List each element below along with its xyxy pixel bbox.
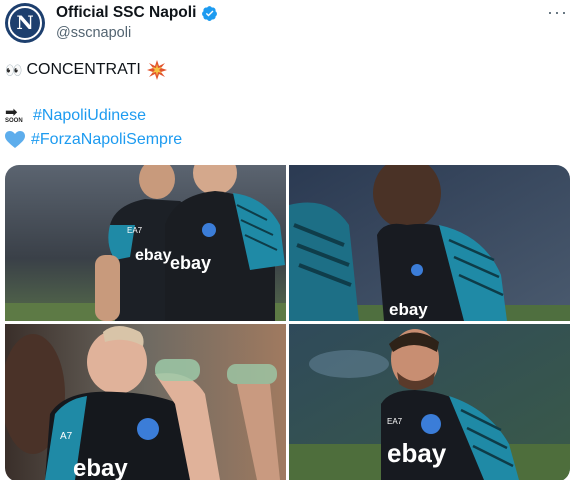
svg-text:ebay: ebay [387, 438, 447, 468]
more-options-icon[interactable]: ··· [547, 2, 568, 23]
display-name[interactable]: Official SSC Napoli [56, 4, 196, 22]
player-closeup-photo: ebay [289, 165, 570, 321]
svg-text:ebay: ebay [73, 455, 128, 480]
avatar[interactable]: N [5, 3, 45, 43]
media-grid: ebay ebay EA7 ebay A7 ebay EA7 ebay [5, 165, 570, 482]
player-drinking-photo: A7 ebay [5, 324, 286, 480]
players-warmup-photo: ebay ebay EA7 [5, 165, 286, 321]
photo-3[interactable]: A7 ebay [5, 324, 286, 480]
napoli-logo-icon: N [8, 6, 42, 40]
handle[interactable]: @sscnapoli [56, 25, 131, 41]
photo-4[interactable]: EA7 ebay [289, 324, 570, 480]
verified-badge-icon [202, 5, 218, 21]
author-name-row[interactable]: Official SSC Napoli [56, 4, 218, 22]
hashtag-forza-napoli-sempre[interactable]: #ForzaNapoliSempre [31, 131, 182, 149]
collision-icon [146, 60, 167, 80]
blue-heart-icon [5, 131, 25, 148]
photo-2[interactable]: ebay [289, 165, 570, 321]
svg-text:A7: A7 [60, 431, 73, 442]
soon-arrow-icon: ➡ SOON [5, 104, 23, 124]
tweet-line-concentrati: 👀 CONCENTRATI [5, 60, 167, 80]
hashtag-napoli-udinese[interactable]: #NapoliUdinese [33, 107, 146, 125]
photo-1[interactable]: ebay ebay EA7 [5, 165, 286, 321]
svg-text:ebay: ebay [389, 300, 428, 319]
eyes-icon: 👀 [5, 61, 22, 78]
svg-text:EA7: EA7 [387, 417, 403, 426]
svg-text:ebay: ebay [170, 253, 211, 273]
tweet-line-hashtag2: #ForzaNapoliSempre [5, 131, 182, 149]
svg-text:EA7: EA7 [127, 226, 143, 235]
svg-text:ebay: ebay [135, 247, 172, 264]
tweet-line-hashtag1: ➡ SOON #NapoliUdinese [5, 104, 146, 125]
player-portrait-photo: EA7 ebay [289, 324, 570, 480]
